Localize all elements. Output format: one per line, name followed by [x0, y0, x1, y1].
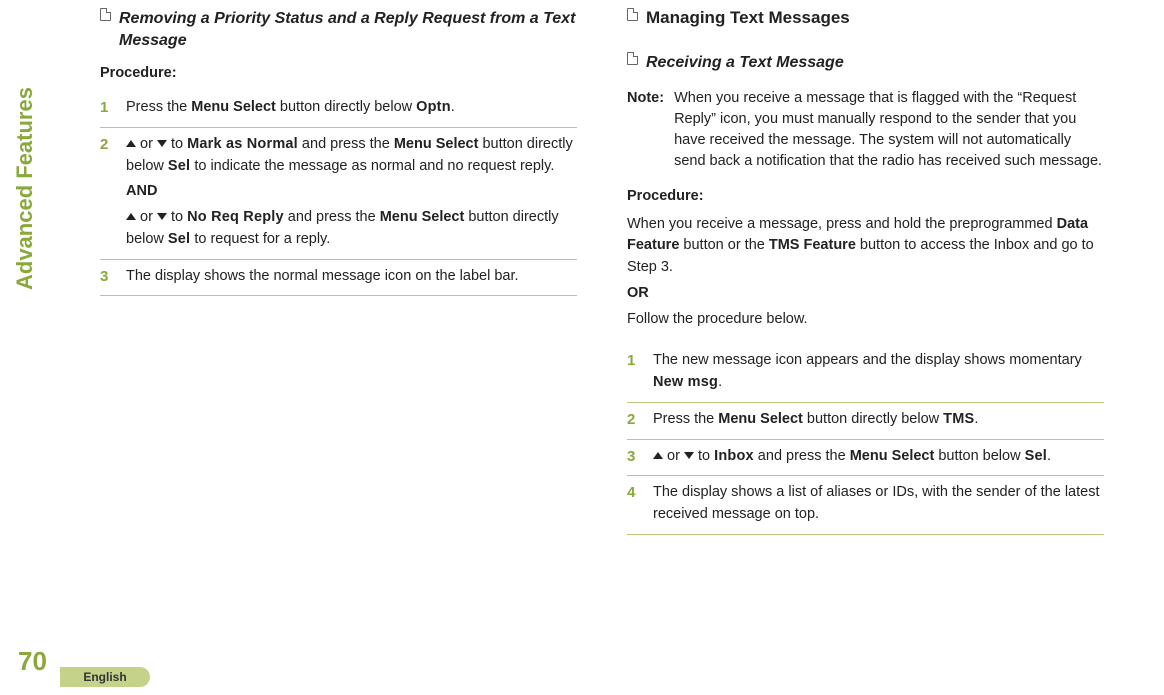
keyword-menu-select: Menu Select — [394, 136, 479, 152]
step-text: button directly below — [803, 411, 943, 427]
left-subheading-row: Removing a Priority Status and a Reply R… — [100, 4, 577, 65]
step-text: Press the — [653, 411, 718, 427]
display-sel: Sel — [1025, 448, 1047, 464]
step-text: to — [167, 136, 187, 152]
keyword-menu-select: Menu Select — [718, 411, 803, 427]
right-step-2: 2 Press the Menu Select button directly … — [627, 403, 1104, 440]
document-icon — [627, 8, 638, 21]
right-column: Managing Text Messages Receiving a Text … — [627, 4, 1104, 535]
step-text: and press the — [298, 136, 394, 152]
display-new-msg: New msg — [653, 374, 718, 390]
down-arrow-icon — [684, 452, 694, 459]
keyword-menu-select: Menu Select — [191, 99, 276, 115]
step-text: to — [167, 209, 187, 225]
left-column: Removing a Priority Status and a Reply R… — [100, 4, 577, 535]
page-container: Advanced Features 70 English Removing a … — [0, 0, 1164, 695]
note-label: Note: — [627, 88, 664, 172]
display-inbox: Inbox — [714, 448, 754, 464]
keyword-menu-select: Menu Select — [850, 448, 935, 464]
step-text: . — [1047, 448, 1051, 464]
down-arrow-icon — [157, 213, 167, 220]
document-icon — [100, 8, 111, 21]
step-text: or — [136, 136, 157, 152]
and-separator: AND — [126, 181, 577, 203]
step-text: and press the — [754, 448, 850, 464]
left-step-2: 2 or to Mark as Normal and press the Men… — [100, 128, 577, 260]
intro-paragraph: When you receive a message, press and ho… — [627, 214, 1104, 331]
step-text: The display shows the normal message ico… — [126, 268, 519, 284]
step-number: 2 — [100, 134, 108, 157]
step-text: to — [694, 448, 714, 464]
step-text: The display shows a list of aliases or I… — [653, 484, 1100, 522]
display-sel: Sel — [168, 231, 190, 247]
or-separator: OR — [627, 283, 1104, 305]
procedure-label-right: Procedure: — [627, 188, 1104, 204]
intro-text: Follow the procedure below. — [627, 311, 808, 327]
procedure-label-left: Procedure: — [100, 65, 577, 81]
step-text: and press the — [284, 209, 380, 225]
keyword-menu-select: Menu Select — [380, 209, 465, 225]
step-text: button below — [934, 448, 1024, 464]
up-arrow-icon — [653, 452, 663, 459]
right-subheading: Receiving a Text Message — [646, 52, 1104, 74]
right-step-1: 1 The new message icon appears and the d… — [627, 344, 1104, 403]
step-number: 1 — [100, 97, 108, 120]
step-number: 3 — [627, 446, 635, 469]
side-section-label: Advanced Features — [12, 87, 38, 290]
step-text: to request for a reply. — [190, 231, 330, 247]
step-number: 1 — [627, 350, 635, 373]
right-step-3: 3 or to Inbox and press the Menu Select … — [627, 440, 1104, 477]
step-text: button directly below — [276, 99, 416, 115]
right-subheading-row: Receiving a Text Message — [627, 48, 1104, 88]
note-block: Note: When you receive a message that is… — [627, 88, 1104, 172]
right-main-heading-row: Managing Text Messages — [627, 4, 1104, 48]
step-number: 2 — [627, 409, 635, 432]
step-text: to indicate the message as normal and no… — [190, 158, 554, 174]
up-arrow-icon — [126, 213, 136, 220]
step-number: 3 — [100, 266, 108, 289]
step-number: 4 — [627, 482, 635, 505]
keyword-tms-feature: TMS Feature — [769, 237, 856, 253]
display-tms: TMS — [943, 411, 974, 427]
display-mark-as-normal: Mark as Normal — [187, 136, 298, 152]
down-arrow-icon — [157, 140, 167, 147]
page-number: 70 — [18, 646, 47, 677]
right-steps-list: 1 The new message icon appears and the d… — [627, 344, 1104, 535]
left-subheading: Removing a Priority Status and a Reply R… — [119, 8, 577, 51]
display-no-req-reply: No Req Reply — [187, 209, 284, 225]
up-arrow-icon — [126, 140, 136, 147]
step-text: The new message icon appears and the dis… — [653, 352, 1082, 368]
language-tab: English — [60, 667, 150, 687]
display-optn: Optn — [416, 99, 451, 115]
right-main-heading: Managing Text Messages — [646, 8, 1104, 28]
step-text: Press the — [126, 99, 191, 115]
step-text: or — [663, 448, 684, 464]
step-text: . — [974, 411, 978, 427]
left-step-1: 1 Press the Menu Select button directly … — [100, 91, 577, 128]
note-text: When you receive a message that is flagg… — [674, 88, 1104, 172]
step-text: . — [718, 374, 722, 390]
content-columns: Removing a Priority Status and a Reply R… — [100, 0, 1104, 535]
intro-text: button or the — [679, 237, 768, 253]
document-icon — [627, 52, 638, 65]
right-step-4: 4 The display shows a list of aliases or… — [627, 476, 1104, 535]
step-text: . — [451, 99, 455, 115]
left-step-3: 3 The display shows the normal message i… — [100, 260, 577, 297]
step-text: or — [136, 209, 157, 225]
display-sel: Sel — [168, 158, 190, 174]
left-steps-list: 1 Press the Menu Select button directly … — [100, 91, 577, 296]
intro-text: When you receive a message, press and ho… — [627, 216, 1057, 232]
